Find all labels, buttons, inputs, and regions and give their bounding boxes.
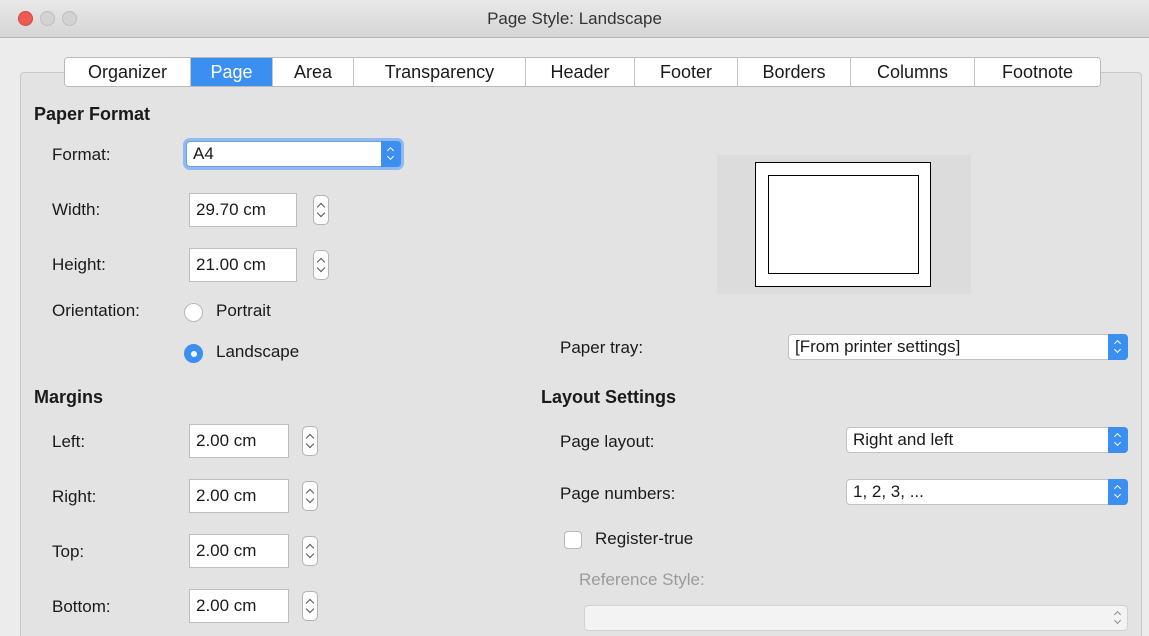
right-margin-field[interactable]: 2.00 cm bbox=[189, 479, 289, 513]
register-true-label[interactable]: Register-true bbox=[595, 529, 693, 549]
landscape-radio[interactable] bbox=[184, 344, 203, 363]
tab-bar: Organizer Page Area Transparency Header … bbox=[64, 57, 1101, 87]
tab-header[interactable]: Header bbox=[526, 58, 635, 86]
tab-columns[interactable]: Columns bbox=[851, 58, 975, 86]
format-select-value: A4 bbox=[193, 144, 214, 163]
tab-footer[interactable]: Footer bbox=[635, 58, 738, 86]
landscape-label[interactable]: Landscape bbox=[216, 342, 299, 362]
tab-footnote[interactable]: Footnote bbox=[975, 58, 1100, 86]
window-title: Page Style: Landscape bbox=[487, 9, 662, 28]
top-margin-field[interactable]: 2.00 cm bbox=[189, 534, 289, 568]
tab-organizer[interactable]: Organizer bbox=[65, 58, 191, 86]
page-numbers-value: 1, 2, 3, ... bbox=[853, 482, 924, 501]
layout-settings-heading: Layout Settings bbox=[541, 387, 677, 407]
portrait-label[interactable]: Portrait bbox=[216, 301, 271, 321]
tab-borders[interactable]: Borders bbox=[738, 58, 851, 86]
page-numbers-select[interactable]: 1, 2, 3, ... bbox=[846, 479, 1128, 505]
tab-transparency[interactable]: Transparency bbox=[354, 58, 526, 86]
chevron-updown-icon bbox=[381, 141, 401, 167]
page-preview-sheet bbox=[755, 162, 931, 287]
right-margin-stepper[interactable] bbox=[302, 481, 318, 511]
tab-area[interactable]: Area bbox=[273, 58, 354, 86]
margins-heading: Margins bbox=[34, 387, 104, 407]
format-select[interactable]: A4 bbox=[186, 141, 401, 167]
title-bar: Page Style: Landscape bbox=[0, 0, 1149, 38]
chevron-updown-icon bbox=[1108, 605, 1128, 631]
page-layout-value: Right and left bbox=[853, 430, 954, 449]
width-label: Width: bbox=[52, 200, 101, 219]
top-margin-stepper[interactable] bbox=[302, 536, 318, 566]
width-field[interactable]: 29.70 cm bbox=[189, 193, 297, 227]
chevron-updown-icon bbox=[1108, 334, 1128, 360]
chevron-updown-icon bbox=[1108, 479, 1128, 505]
paper-tray-value: [From printer settings] bbox=[795, 337, 961, 356]
paper-tray-label: Paper tray: bbox=[560, 338, 644, 357]
height-label: Height: bbox=[52, 255, 106, 274]
right-margin-label: Right: bbox=[52, 487, 97, 506]
height-stepper[interactable] bbox=[313, 250, 329, 280]
orientation-label: Orientation: bbox=[52, 301, 140, 320]
bottom-margin-field[interactable]: 2.00 cm bbox=[189, 589, 289, 623]
bottom-margin-label: Bottom: bbox=[52, 597, 111, 616]
left-margin-stepper[interactable] bbox=[302, 426, 318, 456]
paper-format-heading: Paper Format bbox=[34, 104, 151, 124]
left-margin-label: Left: bbox=[52, 432, 86, 451]
format-label: Format: bbox=[52, 145, 111, 164]
chevron-updown-icon bbox=[1108, 427, 1128, 453]
register-true-checkbox[interactable] bbox=[564, 531, 582, 549]
left-margin-field[interactable]: 2.00 cm bbox=[189, 424, 289, 458]
portrait-radio[interactable] bbox=[184, 303, 203, 322]
reference-style-label: Reference Style: bbox=[579, 570, 705, 589]
width-stepper[interactable] bbox=[313, 195, 329, 225]
page-numbers-label: Page numbers: bbox=[560, 484, 676, 503]
height-field[interactable]: 21.00 cm bbox=[189, 248, 297, 282]
bottom-margin-stepper[interactable] bbox=[302, 591, 318, 621]
paper-tray-select[interactable]: [From printer settings] bbox=[788, 334, 1128, 360]
page-layout-label: Page layout: bbox=[560, 432, 655, 451]
reference-style-select[interactable] bbox=[584, 605, 1128, 631]
page-preview-margins bbox=[768, 175, 919, 274]
page-layout-select[interactable]: Right and left bbox=[846, 427, 1128, 453]
tab-page[interactable]: Page bbox=[191, 58, 273, 86]
top-margin-label: Top: bbox=[52, 542, 85, 561]
